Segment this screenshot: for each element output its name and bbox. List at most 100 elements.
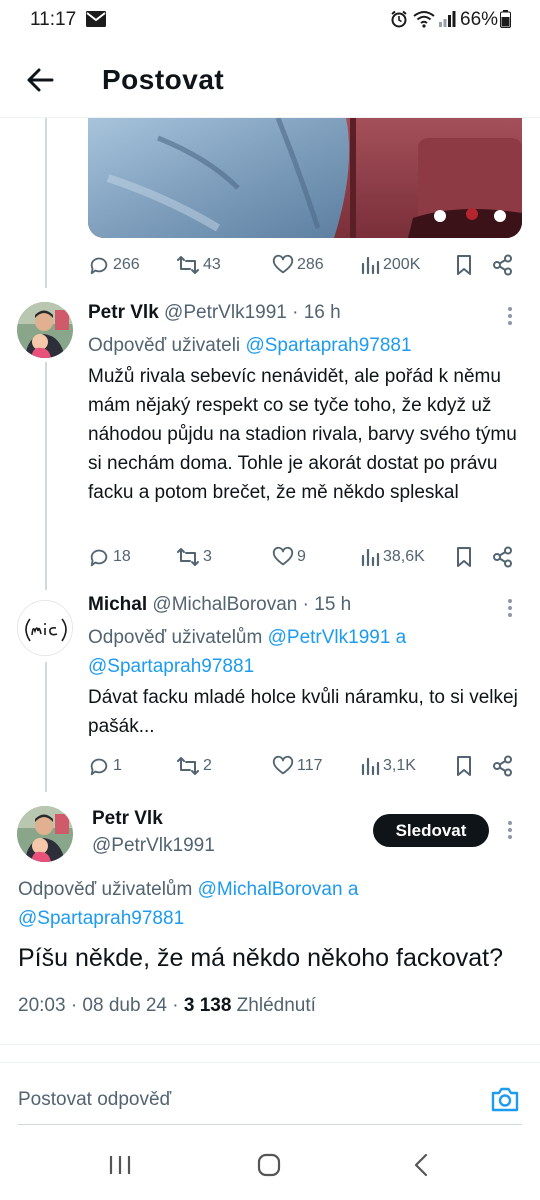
system-nav-bar [0,1136,540,1200]
tweet-text: Dávat facku mladé holce kvůli náramku, t… [88,687,518,737]
repost-button[interactable]: 2 [176,751,212,781]
views-chart-icon [361,757,380,776]
battery-icon [500,10,511,28]
views-button[interactable]: 3,1K [360,751,416,781]
tweet-time: · 16 h [292,302,341,323]
replying-to: Odpověď uživatelům @MichalBorovan a @Spar… [18,875,518,933]
replying-to: Odpověď uživateli @Spartaprah97881 [88,331,522,360]
reply-button[interactable]: 1 [88,751,122,781]
repost-icon [177,757,199,775]
tweet-timestamp[interactable]: 20:03 · 08 dub 24 · [18,995,184,1016]
reply-icon [90,257,108,275]
bookmark-icon[interactable] [454,254,474,276]
views-button[interactable]: 38,6K [360,542,425,572]
alarm-icon [391,10,407,28]
tweet-time: · 15 h [302,594,352,615]
mention-link[interactable]: @MichalBorovan [198,879,343,900]
reply-button[interactable]: 18 [88,542,131,572]
author-name[interactable]: Petr Vlk [88,302,159,323]
heart-icon [272,254,294,274]
more-options-icon[interactable] [500,304,520,328]
reply-count: 18 [113,548,131,565]
author-handle[interactable]: @PetrVlk1991 [92,835,215,857]
more-options-icon[interactable] [500,818,520,842]
repost-count: 43 [203,256,221,273]
tweet-actions: 266 43 286 200K [88,250,522,280]
views-chart-icon [361,256,380,275]
follow-button[interactable]: Sledovat [373,814,489,847]
recent-apps-icon[interactable] [108,1152,132,1178]
reply-button[interactable]: 266 [88,250,140,280]
like-count: 286 [297,256,324,273]
reply-joiner: a [390,627,407,648]
mention-link[interactable]: @Spartaprah97881 [88,656,254,677]
views-button[interactable]: 200K [360,250,420,280]
avatar[interactable] [17,806,73,862]
views-chart-icon [361,548,380,567]
avatar[interactable] [17,302,73,358]
share-icon[interactable] [492,546,514,568]
reply-prefix: Odpověď uživatelům [18,879,198,900]
page-title: Postovat [102,64,225,95]
author-handle[interactable]: @PetrVlk1991 [164,302,287,323]
repost-button[interactable]: 43 [176,250,221,280]
reply-count: 1 [113,757,122,774]
repost-icon [177,256,199,274]
wifi-icon [413,11,435,28]
reply-count: 266 [113,256,140,273]
reply-tweet[interactable]: Petr Vlk @PetrVlk1991 · 16 h Odpověď uži… [88,302,522,507]
status-time: 11:17 [30,9,77,30]
tweet-header: Michal @MichalBorovan · 15 h [88,594,522,616]
like-button[interactable]: 286 [272,250,324,280]
repost-button[interactable]: 3 [176,542,212,572]
home-icon[interactable] [256,1152,282,1178]
thread-line [45,118,47,288]
share-icon[interactable] [492,755,514,777]
app-bar: Postovat [0,40,540,118]
thread-line [45,662,47,792]
mention-link[interactable]: @Spartaprah97881 [245,335,411,356]
more-options-icon[interactable] [500,596,520,620]
mail-notification-icon [86,11,106,27]
repost-icon [177,548,199,566]
heart-icon [272,755,294,775]
view-count: 3 138 [183,995,232,1016]
share-icon[interactable] [492,254,514,276]
reply-icon [90,549,108,567]
views-count: 200K [383,256,421,273]
reply-prefix: Odpověď uživatelům [88,627,268,648]
bookmark-icon[interactable] [454,546,474,568]
reply-joiner: a [342,879,359,900]
views-count: 38,6K [383,548,425,565]
author-handle[interactable]: @MichalBorovan [152,594,297,615]
tweet-header: Petr Vlk @PetrVlk1991 · 16 h [88,302,522,324]
tweet-meta: 20:03 · 08 dub 24 · 3 138 Zhlédnutí [18,995,316,1017]
tweet-text: Mužů rivala sebevíc nenávidět, ale pořád… [88,366,517,503]
views-count: 3,1K [383,757,416,774]
like-button[interactable]: 9 [272,542,306,572]
author-name[interactable]: Michal [88,594,147,615]
tweet-text: Píšu někde, že má někdo někoho fackovat? [18,944,504,972]
like-count: 9 [297,548,306,565]
status-bar: 11:17 66% [0,0,540,40]
back-nav-icon[interactable] [410,1152,432,1178]
like-button[interactable]: 117 [272,751,323,781]
repost-count: 2 [203,757,212,774]
mention-link[interactable]: @Spartaprah97881 [18,908,184,929]
back-arrow-icon[interactable] [22,62,58,98]
avatar[interactable] [17,600,73,656]
signal-icon [439,11,456,27]
reply-tweet[interactable]: Michal @MichalBorovan · 15 h Odpověď uži… [88,594,522,741]
like-count: 117 [297,757,323,774]
tweet-media-image[interactable] [88,118,522,238]
mention-link[interactable]: @PetrVlk1991 [268,627,391,648]
bookmark-icon[interactable] [454,755,474,777]
replying-to: Odpověď uživatelům @PetrVlk1991 a @Sparta… [88,623,522,681]
reply-input[interactable]: Postovat odpověď [18,1089,171,1111]
heart-icon [272,546,294,566]
tweet-actions: 1 2 117 3,1K [88,751,522,781]
author-name[interactable]: Petr Vlk [92,808,163,830]
views-label: Zhlédnutí [231,995,316,1016]
battery-percent: 66% [460,9,499,30]
camera-icon[interactable] [490,1085,520,1113]
